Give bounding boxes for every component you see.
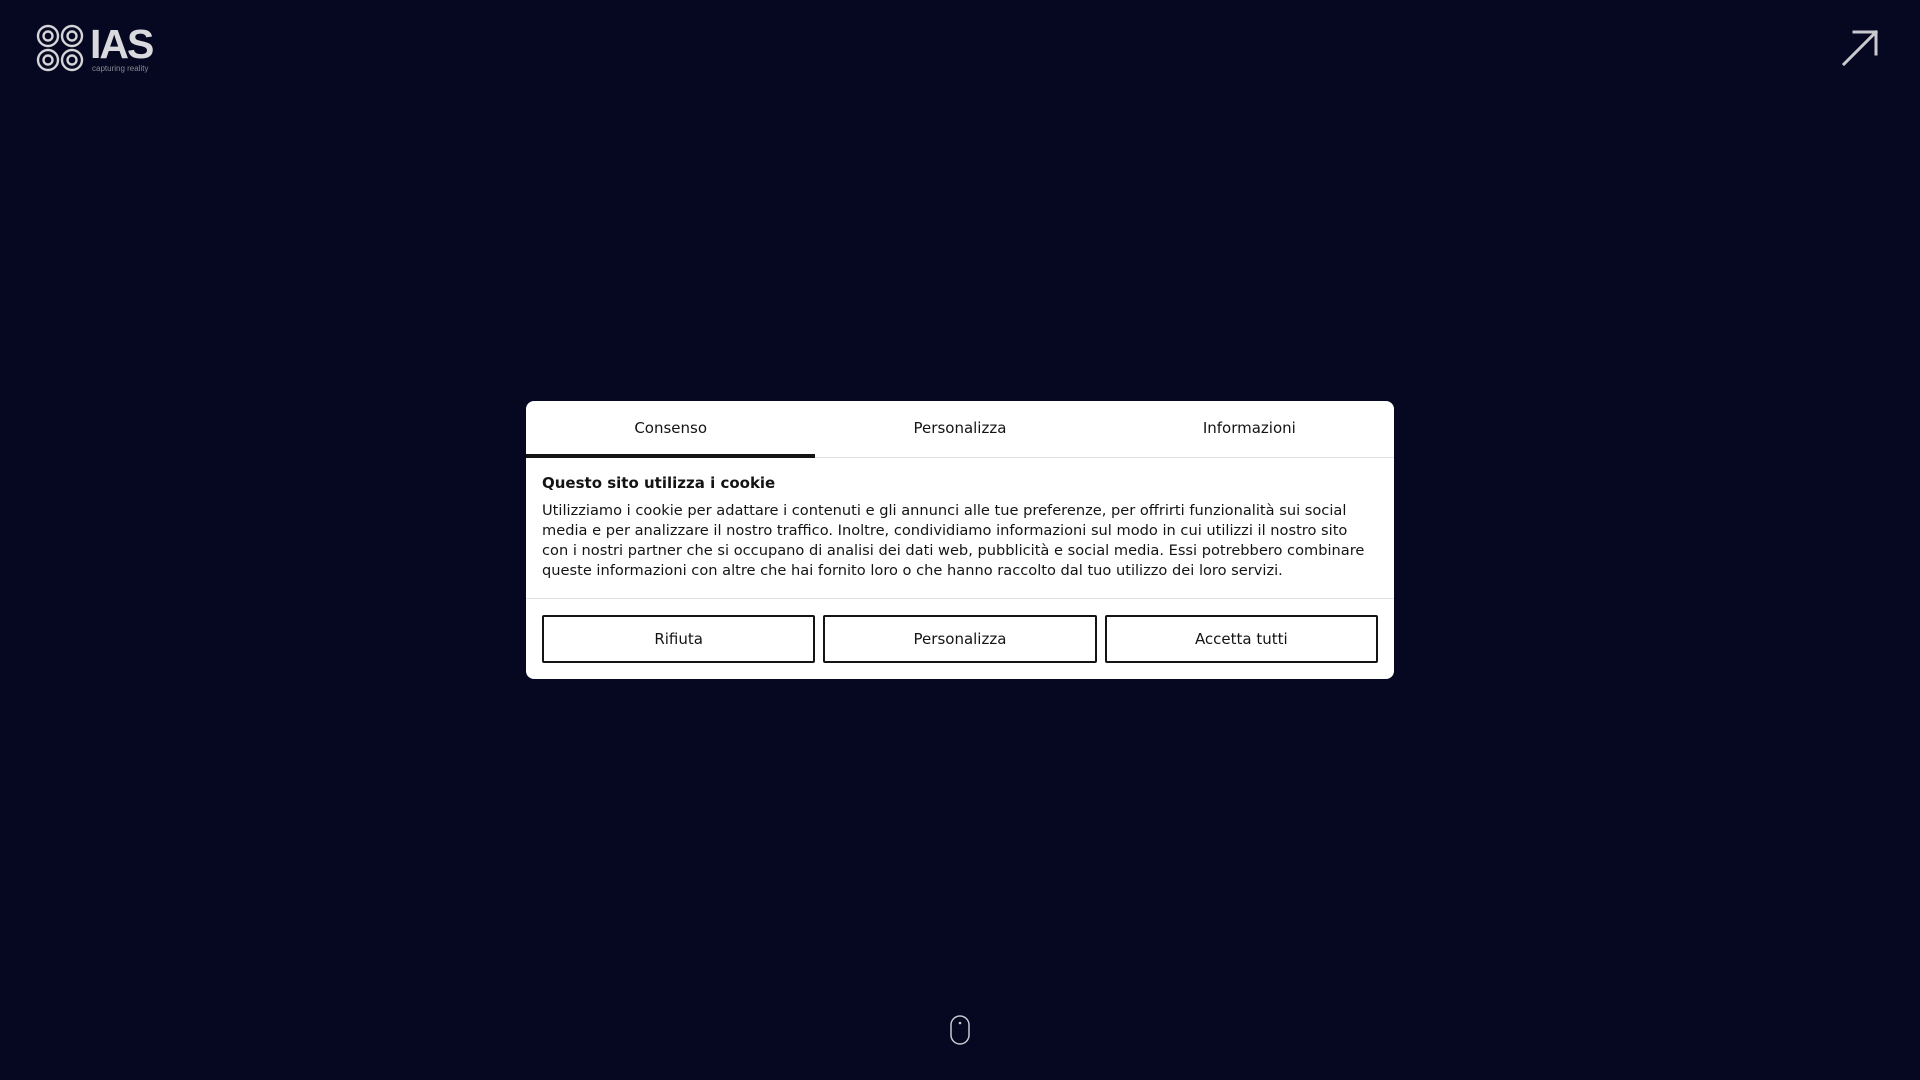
site-logo[interactable]: IAS capturing reality (36, 24, 158, 74)
cookie-dialog-body: Questo sito utilizza i cookie Utilizziam… (526, 458, 1394, 599)
cookie-dialog-title: Questo sito utilizza i cookie (542, 474, 776, 492)
logo-wordmark: IAS (90, 21, 154, 67)
cookie-dialog-actions: Rifiuta Personalizza Accetta tutti (526, 599, 1394, 679)
customize-button[interactable]: Personalizza (823, 615, 1097, 663)
cookie-dialog-text: Utilizziamo i cookie per adattare i cont… (542, 502, 1365, 579)
logo-tagline: capturing reality (92, 64, 149, 73)
reject-button[interactable]: Rifiuta (542, 615, 816, 663)
accept-all-button[interactable]: Accetta tutti (1104, 615, 1378, 663)
mouse-scroll-icon[interactable] (950, 1015, 970, 1045)
tab-informazioni[interactable]: Informazioni (1105, 401, 1394, 457)
cookie-tabs: Consenso Personalizza Informazioni (526, 401, 1394, 458)
tab-personalizza[interactable]: Personalizza (815, 401, 1104, 457)
four-circles-logo-icon (36, 24, 84, 72)
arrow-up-right-icon[interactable] (1840, 28, 1880, 68)
cookie-consent-dialog: Consenso Personalizza Informazioni Quest… (526, 401, 1394, 679)
logo-text: IAS capturing reality (90, 21, 154, 73)
tab-consenso[interactable]: Consenso (526, 401, 816, 458)
